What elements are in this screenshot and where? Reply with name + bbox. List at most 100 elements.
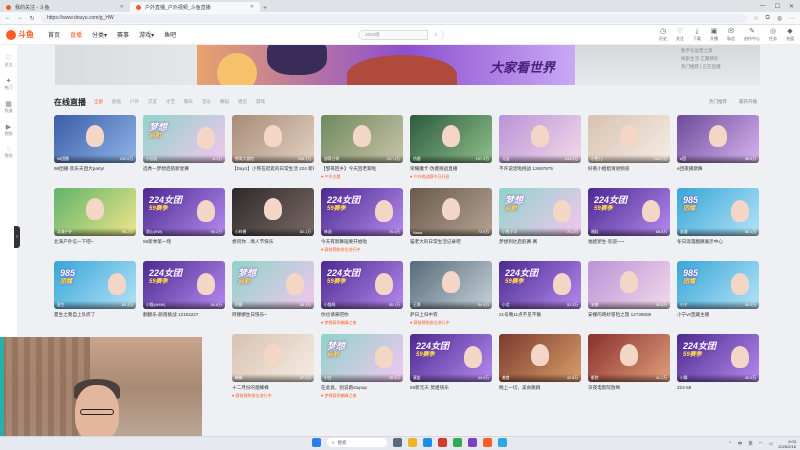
room-activity-tag[interactable]: ♥ 赛前预热排位进行中 — [232, 393, 314, 399]
room-title[interactable]: 59新元天·莫姐快乐 — [410, 385, 492, 391]
streamer-name[interactable]: e团 — [680, 157, 686, 162]
live-room-card[interactable]: e团 96.5万 e团夜播歌舞 — [677, 115, 759, 188]
streamer-name[interactable]: 蜂蜂 — [235, 376, 243, 381]
streamer-name[interactable]: 小鱼儿 — [591, 157, 602, 162]
sidebar-item-heart[interactable]: ♡ 关注 — [0, 54, 17, 68]
streamer-name[interactable]: 莫姐 — [413, 376, 421, 381]
room-thumbnail[interactable]: 梦想 启航 小仙女 8.1万 — [143, 115, 225, 163]
room-title[interactable]: e团夜播歌舞 — [677, 166, 759, 172]
filter-tab[interactable]: 户外 — [130, 99, 139, 105]
room-thumbnail[interactable]: 梦想 启航 小白 45.3万 — [321, 334, 403, 382]
live-room-card[interactable]: 北海户外 95.2万 北海户外信一下吧~ — [54, 188, 136, 261]
header-action-download[interactable]: ⤓ 下载 — [693, 28, 701, 42]
live-room-card[interactable]: 224女团 59赛季 小猫咪 55.1万 你也请来吧你 ♥ 梦想赛季巅峰之夜 — [321, 261, 403, 334]
profile-icon[interactable]: ◍ — [777, 15, 782, 22]
sidebar-collapse-button[interactable]: ‹ — [14, 226, 20, 248]
room-activity-tag[interactable]: ♥ 梦想赛季巅峰之夜 — [321, 393, 403, 399]
live-room-card[interactable]: 王胖 54.4万 萨日上归中宾 ♥ 赛前预热排位进行中 — [410, 261, 492, 334]
chevron-up-icon[interactable]: ⌃ — [728, 441, 732, 447]
room-thumbnail[interactable]: 小鱼儿 102.7万 — [588, 115, 670, 163]
live-room-card[interactable]: 熊哥大冒险 248.7万 【Day1】小熊在逛逛的日常生活 224 新赛季 — [232, 115, 314, 188]
live-room-card[interactable]: 985 团播 小宁 49.2万 小宁vs宝藏主播 — [677, 261, 759, 334]
room-thumbnail[interactable]: 224女团 59赛季 小舞 40.0万 — [677, 334, 759, 382]
live-room-card[interactable]: 美食 42.8万 晚上一切，美食跳跳 — [499, 334, 581, 407]
room-title[interactable]: 翻翻乐·颜值挑战 12163227 — [143, 312, 225, 318]
room-thumbnail[interactable]: 伪鹿 197.3万 — [410, 115, 492, 163]
live-room-card[interactable]: 224女团 59赛季 福娃 68.5万 福娃新生·欢迎一~ — [588, 188, 670, 261]
nav-category[interactable]: 分类▾ — [92, 30, 107, 39]
streamer-name[interactable]: 酒心(KW) — [146, 230, 162, 235]
room-title[interactable]: 十二月份的烟蜂蜂 — [232, 385, 314, 391]
live-room-card[interactable]: 元宝 143.3万 不许说话啦挑战 12697875 — [499, 115, 581, 188]
room-title[interactable]: 【邹哥回乡】今天回老家啦 — [321, 166, 403, 172]
live-room-card[interactable]: 梦想 启航 小白 45.3万在此竟，别说跑stupup ♥ 梦想赛季巅峰之夜 — [321, 334, 403, 407]
nav-yuba[interactable]: 鱼吧 — [164, 30, 176, 39]
room-title[interactable]: 福娃新生·欢迎一~ — [588, 239, 670, 245]
room-title[interactable]: 梦想到达启航赛·赛 — [499, 239, 581, 245]
sidebar-item-fire[interactable]: ✦ 热门 — [0, 77, 17, 91]
menu-icon[interactable]: ⋯ — [789, 15, 795, 22]
streamer-name[interactable]: 伪鹿 — [413, 157, 421, 162]
site-search-input[interactable]: 2002级 ⌕ — [358, 29, 445, 40]
sidebar-item-video[interactable]: ▶ 视频 — [0, 123, 17, 137]
minimize-button[interactable]: — — [760, 3, 766, 9]
live-room-card[interactable]: 蜂蜂 47.1万 十二月份的烟蜂蜂 ♥ 赛前预热排位进行中 — [232, 334, 314, 407]
room-title[interactable]: 在此竟，别说跑stupup — [321, 385, 403, 391]
taskbar-clock[interactable]: 9:03 2025/2/16 — [778, 439, 796, 449]
back-arrow-icon[interactable]: ← — [5, 15, 11, 21]
close-tab-icon[interactable]: ✕ — [120, 4, 124, 10]
streamer-name[interactable]: 元宝 — [502, 157, 510, 162]
room-activity-tag[interactable]: ♥ 户外挑战赛今日开启 — [410, 174, 492, 180]
room-thumbnail[interactable]: 985 团播 小宁 49.2万 — [677, 261, 759, 309]
room-thumbnail[interactable]: 梦想 启航 阿娜 58.3万 — [232, 261, 314, 309]
room-activity-tag[interactable]: ♥ 户外主题 — [321, 174, 403, 180]
streamer-name[interactable]: 王胖 — [413, 303, 421, 308]
room-title[interactable]: 猫老大的日常生活记录吧 — [410, 239, 492, 245]
close-tab-icon[interactable]: ✕ — [250, 4, 254, 10]
header-action-camera[interactable]: ▣ 开播 — [710, 28, 718, 42]
room-title[interactable]: 59新季第一场 — [143, 239, 225, 245]
url-field[interactable]: https://www.douyu.com/g_HW — [41, 13, 748, 23]
nav-events[interactable]: 赛事 — [117, 30, 129, 39]
filter-tab[interactable]: 舞蹈 — [220, 99, 229, 105]
room-title[interactable]: 深夜电影院放映 — [588, 385, 670, 391]
latest-live-link[interactable]: 最新开播 — [739, 99, 757, 105]
streamer-name[interactable]: 小北 — [502, 303, 510, 308]
room-title[interactable]: 选秀—梦想启航新星赛 — [143, 166, 225, 172]
streamer-name[interactable]: 小猫咪 — [324, 303, 335, 308]
streamer-name[interactable]: 小仙女 — [146, 157, 157, 162]
live-room-card[interactable]: 影院 41.1万 深夜电影院放映 — [588, 334, 670, 407]
app-icon-red[interactable] — [438, 438, 447, 447]
edge-browser-icon[interactable] — [423, 438, 432, 447]
app-icon-purple[interactable] — [468, 438, 477, 447]
live-room-card[interactable]: 985 团播 浪漫 66.1万 冬日浪漫翻跳展示中心 — [677, 188, 759, 261]
room-title[interactable]: 荣耀魔卡·伪鹿挑战直播 — [410, 166, 492, 172]
streamer-name[interactable]: 熊哥大冒险 — [235, 157, 254, 162]
side-text-3[interactable]: 热门推荐 | 正在直播 — [681, 63, 721, 71]
star-icon[interactable]: ☆ — [753, 15, 758, 22]
streamer-name[interactable]: 北海户外 — [57, 230, 72, 235]
room-title[interactable]: 【Day1】小熊在逛逛的日常生活 224 新赛季 — [232, 166, 314, 172]
forward-arrow-icon[interactable]: → — [17, 15, 23, 21]
header-action-message[interactable]: ✉ 私信 — [727, 28, 735, 42]
streamer-name[interactable]: 小猫(WMK) — [146, 303, 165, 308]
hot-recommend-link[interactable]: 热门推荐 — [709, 99, 727, 105]
room-thumbnail[interactable]: 224女团 59赛季 酒心(KW) 90.2万 — [143, 188, 225, 236]
app-icon-green[interactable] — [453, 438, 462, 447]
live-room-card[interactable]: 224女团 59赛季 酒心(KW) 90.2万 59新季第一场 — [143, 188, 225, 261]
live-room-card[interactable]: 安娜 50.6万 安娜的奇妙冒险之旅 12736608 — [588, 261, 670, 334]
streamer-name[interactable]: 美食 — [502, 376, 510, 381]
live-room-card[interactable]: 224女团 59赛季 小猫(WMK) 60.8万 翻翻乐·颜值挑战 12163227 — [143, 261, 225, 334]
filter-tab[interactable]: 颜值 — [112, 99, 121, 105]
new-tab-button[interactable]: + — [260, 5, 270, 12]
filter-tab[interactable]: 游戏 — [256, 99, 265, 105]
room-thumbnail[interactable]: 224女团 59赛季 小猫咪 55.1万 — [321, 261, 403, 309]
room-thumbnail[interactable]: 985 团播 浪漫 66.1万 — [677, 188, 759, 236]
room-title[interactable]: 安娜的奇妙冒险之旅 12736608 — [588, 312, 670, 318]
header-action-heart[interactable]: ♡ 关注 — [676, 28, 684, 42]
room-thumbnail[interactable]: 224女团 59赛季 莫姐 44.0万 — [410, 334, 492, 382]
room-thumbnail[interactable]: 元宝 143.3万 — [499, 115, 581, 163]
filter-tab[interactable]: 音乐 — [202, 99, 211, 105]
streamer-name[interactable]: 林涵 — [324, 230, 332, 235]
nav-games[interactable]: 游戏▾ — [139, 30, 154, 39]
